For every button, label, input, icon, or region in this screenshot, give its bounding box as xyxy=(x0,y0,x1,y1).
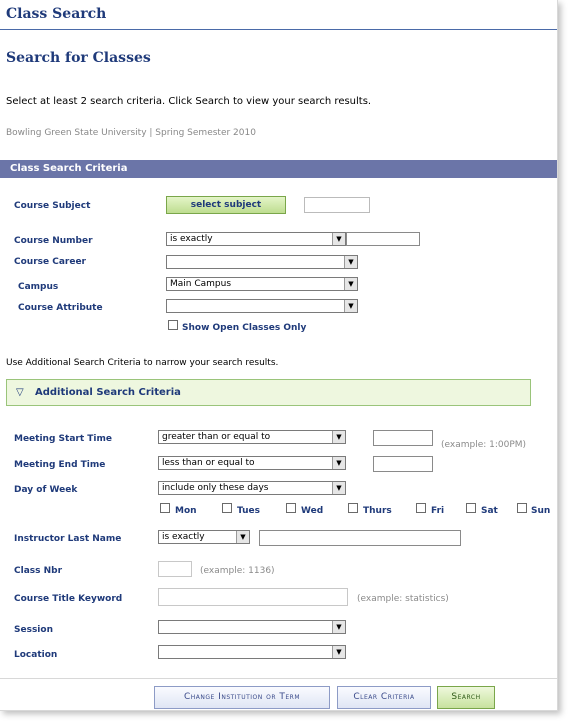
course-attribute-label: Course Attribute xyxy=(18,303,103,313)
class-nbr-label: Class Nbr xyxy=(14,566,63,576)
day-of-week-operator-value: include only these days xyxy=(162,483,269,493)
criteria-section-header: Class Search Criteria xyxy=(0,160,557,178)
instructor-operator-select[interactable]: is exactly ▼ xyxy=(158,530,250,544)
clear-criteria-button[interactable]: Clear Criteria xyxy=(337,686,431,709)
meeting-end-input[interactable] xyxy=(373,456,433,472)
dropdown-arrow-icon: ▼ xyxy=(332,646,345,658)
instructor-last-name-input[interactable] xyxy=(259,530,461,546)
class-search-page: Class Search Search for Classes Select a… xyxy=(0,0,558,711)
instructor-operator-value: is exactly xyxy=(162,532,205,542)
class-nbr-input[interactable] xyxy=(158,561,192,577)
day-checkbox-tues[interactable] xyxy=(222,503,232,513)
meeting-end-label: Meeting End Time xyxy=(14,460,106,470)
course-number-operator-select[interactable]: is exactly ▼ xyxy=(166,232,346,246)
additional-criteria-toggle[interactable]: ▽ Additional Search Criteria xyxy=(6,379,531,406)
course-title-keyword-input[interactable] xyxy=(158,588,348,606)
course-number-input[interactable] xyxy=(346,232,420,246)
campus-label: Campus xyxy=(18,282,59,292)
campus-value: Main Campus xyxy=(170,279,232,289)
day-label-thurs: Thurs xyxy=(363,506,392,516)
session-select[interactable]: ▼ xyxy=(158,620,346,634)
course-number-label: Course Number xyxy=(14,236,93,246)
campus-select[interactable]: Main Campus ▼ xyxy=(166,277,358,291)
day-checkbox-fri[interactable] xyxy=(416,503,426,513)
meeting-start-operator-value: greater than or equal to xyxy=(162,432,271,442)
day-label-tues: Tues xyxy=(237,506,261,516)
collapse-triangle-icon: ▽ xyxy=(16,387,24,398)
day-label-sun: Sun xyxy=(531,506,551,516)
course-number-operator-value: is exactly xyxy=(170,234,213,244)
meeting-end-operator-select[interactable]: less than or equal to ▼ xyxy=(158,456,346,470)
course-subject-label: Course Subject xyxy=(14,201,91,211)
dropdown-arrow-icon: ▼ xyxy=(332,621,345,633)
dropdown-arrow-icon: ▼ xyxy=(332,482,345,494)
instructions-text: Select at least 2 search criteria. Click… xyxy=(6,96,372,107)
course-title-keyword-label: Course Title Keyword xyxy=(14,594,123,604)
session-label: Session xyxy=(14,625,53,635)
dropdown-arrow-icon: ▼ xyxy=(344,278,357,290)
change-institution-term-button[interactable]: Change Institution or Term xyxy=(154,686,330,709)
footer-divider xyxy=(0,678,557,679)
day-label-fri: Fri xyxy=(431,506,445,516)
location-select[interactable]: ▼ xyxy=(158,645,346,659)
location-label: Location xyxy=(14,650,58,660)
day-checkbox-thurs[interactable] xyxy=(348,503,358,513)
dropdown-arrow-icon: ▼ xyxy=(332,431,345,443)
day-label-sat: Sat xyxy=(481,506,498,516)
day-checkbox-sat[interactable] xyxy=(466,503,476,513)
day-checkbox-wed[interactable] xyxy=(286,503,296,513)
meeting-start-label: Meeting Start Time xyxy=(14,434,112,444)
additional-criteria-title: Additional Search Criteria xyxy=(35,387,181,398)
course-attribute-select[interactable]: ▼ xyxy=(166,299,358,313)
select-subject-button[interactable]: select subject xyxy=(166,196,286,214)
dropdown-arrow-icon: ▼ xyxy=(344,300,357,312)
course-subject-field[interactable] xyxy=(304,197,370,213)
additional-criteria-note: Use Additional Search Criteria to narrow… xyxy=(6,358,279,368)
institution-term-text: Bowling Green State University | Spring … xyxy=(6,128,256,138)
meeting-end-operator-value: less than or equal to xyxy=(162,458,255,468)
dropdown-arrow-icon: ▼ xyxy=(344,256,357,268)
open-classes-checkbox[interactable] xyxy=(168,320,178,330)
class-nbr-example: (example: 1136) xyxy=(200,566,275,576)
page-title: Class Search xyxy=(6,6,107,22)
header-divider xyxy=(0,29,557,30)
meeting-start-operator-select[interactable]: greater than or equal to ▼ xyxy=(158,430,346,444)
course-career-label: Course Career xyxy=(14,257,86,267)
dropdown-arrow-icon: ▼ xyxy=(332,457,345,469)
course-career-select[interactable]: ▼ xyxy=(166,255,358,269)
day-checkbox-mon[interactable] xyxy=(160,503,170,513)
day-label-mon: Mon xyxy=(175,506,197,516)
day-of-week-operator-select[interactable]: include only these days ▼ xyxy=(158,481,346,495)
day-checkbox-sun[interactable] xyxy=(517,503,527,513)
meeting-start-input[interactable] xyxy=(373,430,433,446)
page-subtitle: Search for Classes xyxy=(6,50,151,66)
day-label-wed: Wed xyxy=(301,506,324,516)
open-classes-label: Show Open Classes Only xyxy=(182,323,307,333)
day-of-week-label: Day of Week xyxy=(14,485,78,495)
search-button[interactable]: Search xyxy=(437,686,495,709)
meeting-start-example: (example: 1:00PM) xyxy=(441,440,527,450)
dropdown-arrow-icon: ▼ xyxy=(236,531,249,543)
course-title-keyword-example: (example: statistics) xyxy=(357,594,449,604)
instructor-last-name-label: Instructor Last Name xyxy=(14,534,122,544)
dropdown-arrow-icon: ▼ xyxy=(332,233,345,245)
